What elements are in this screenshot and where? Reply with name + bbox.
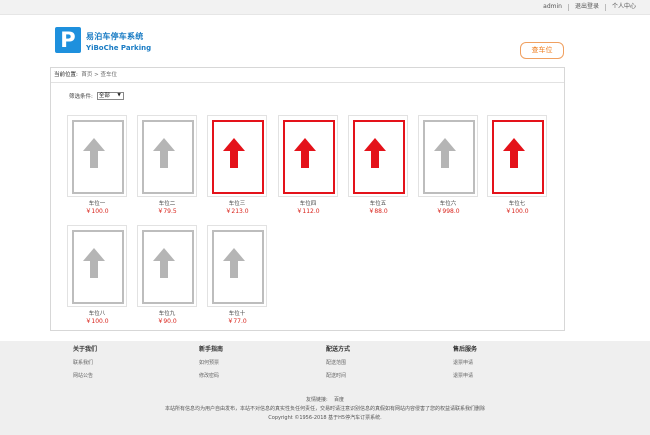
parking-spot-image[interactable] (278, 115, 338, 197)
spot-price: ￥79.5 (157, 208, 177, 215)
spot-name: 车位七 (508, 201, 526, 207)
breadcrumb-label: 当前位置: (54, 72, 78, 78)
parking-spot-image[interactable] (137, 115, 197, 197)
parking-spot-card[interactable]: 车位六 ￥998.0 (418, 115, 478, 216)
spot-name: 车位九 (158, 311, 176, 317)
parking-spot-card[interactable]: 车位一 ￥100.0 (67, 115, 127, 216)
spot-name: 车位三 (228, 201, 246, 207)
logo-subtitle: YiBoChe Parking (86, 44, 152, 52)
logo-title: 易泊车停车系统 (86, 32, 144, 41)
parking-spot-image[interactable] (418, 115, 478, 197)
arrow-up-icon (294, 138, 316, 168)
spot-name: 车位六 (439, 201, 457, 207)
parking-spot-card[interactable]: 车位十 ￥77.0 (207, 225, 267, 326)
arrow-up-icon (223, 138, 245, 168)
footer-column-title: 关于我们 (73, 346, 98, 353)
arrow-up-icon (83, 248, 105, 278)
footer-link[interactable]: 修改密码 (199, 373, 223, 380)
footer-link[interactable]: 如何预票 (199, 360, 223, 367)
logo-letter: P (60, 28, 76, 52)
parking-spot-card[interactable]: 车位七 ￥100.0 (487, 115, 547, 216)
spot-name: 车位八 (88, 311, 106, 317)
footer-column-title: 配送方式 (326, 346, 351, 353)
arrow-up-icon (364, 138, 386, 168)
top-links: admin 退出登录 个人中心 (537, 3, 642, 11)
profile-link[interactable]: 个人中心 (606, 3, 642, 11)
footer-column-title: 售后服务 (453, 346, 478, 353)
friend-link[interactable]: 百度 (334, 397, 344, 403)
footer-link[interactable]: 配送范围 (326, 360, 350, 367)
filter-select[interactable]: 全部 ▼ (96, 92, 124, 100)
spot-price: ￥100.0 (85, 208, 109, 215)
spot-price: ￥90.0 (157, 318, 177, 325)
parking-spot-image[interactable] (207, 225, 267, 307)
parking-spot-card[interactable]: 车位九 ￥90.0 (137, 225, 197, 326)
parking-spot-image[interactable] (348, 115, 408, 197)
arrow-up-icon (223, 248, 245, 278)
spot-name: 车位五 (369, 201, 387, 207)
parking-spot-card[interactable]: 车位二 ￥79.5 (137, 115, 197, 216)
arrow-up-icon (83, 138, 105, 168)
arrow-up-icon (434, 138, 456, 168)
top-bar: admin 退出登录 个人中心 (0, 0, 650, 15)
filter-selected: 全部 (98, 93, 110, 99)
footer-column: 配送方式配送范围配送时间 (326, 346, 350, 380)
parking-spot-image[interactable] (67, 115, 127, 197)
logout-link[interactable]: 退出登录 (569, 3, 605, 11)
spot-name: 车位四 (299, 201, 317, 207)
copyright: Copyright ©1956-2018 基于H5停汽车订票系统. (268, 415, 382, 421)
arrow-up-icon (503, 138, 525, 168)
footer-column-title: 新手指南 (199, 346, 224, 353)
parking-spot-image[interactable] (487, 115, 547, 197)
arrow-up-icon (153, 138, 175, 168)
parking-spot-card[interactable]: 车位五 ￥88.0 (348, 115, 408, 216)
parking-spot-image[interactable] (67, 225, 127, 307)
spot-price: ￥112.0 (296, 208, 320, 215)
spot-price: ￥998.0 (436, 208, 460, 215)
find-parking-button[interactable]: 查车位 (520, 42, 564, 59)
spot-price: ￥100.0 (85, 318, 109, 325)
logo-icon[interactable]: P (55, 27, 81, 53)
arrow-up-icon (153, 248, 175, 278)
breadcrumb: 当前位置: 首页 > 查车位 (51, 68, 564, 83)
chevron-down-icon: ▼ (117, 93, 121, 98)
footer-link[interactable]: 网站公告 (73, 373, 97, 380)
parking-spot-image[interactable] (207, 115, 267, 197)
filter-bar: 筛选条件: 全部 ▼ (69, 92, 124, 100)
footer: 关于我们联系我们网站公告 新手指南如何预票修改密码 配送方式配送范围配送时间 售后服务… (0, 341, 650, 435)
spot-price: ￥100.0 (505, 208, 529, 215)
parking-spot-card[interactable]: 车位四 ￥112.0 (278, 115, 338, 216)
footer-link[interactable]: 退票申请 (453, 373, 477, 380)
filter-label: 筛选条件: (69, 94, 93, 100)
footer-link[interactable]: 退票申请 (453, 360, 477, 367)
footer-column: 售后服务 退票申请 退票申请 (453, 346, 477, 380)
spot-name: 车位一 (88, 201, 106, 207)
spot-name: 车位二 (158, 201, 176, 207)
spot-name: 车位十 (228, 311, 246, 317)
friend-label: 友情链接: (305, 397, 328, 403)
friend-links: 友情链接: 百度 (0, 396, 650, 403)
disclaimer: 本站所有信息均为用户自由发布，本站不对信息的真实性负任何责任，交易时请注意识别信… (164, 406, 485, 412)
spot-price: ￥88.0 (368, 208, 388, 215)
footer-column: 关于我们联系我们网站公告 (73, 346, 97, 380)
parking-spot-card[interactable]: 车位三 ￥213.0 (207, 115, 267, 216)
breadcrumb-home[interactable]: 首页 (81, 72, 92, 78)
footer-link[interactable]: 配送时间 (326, 373, 350, 380)
parking-spot-image[interactable] (137, 225, 197, 307)
footer-link[interactable]: 联系我们 (73, 360, 97, 367)
parking-spot-card[interactable]: 车位八 ￥100.0 (67, 225, 127, 326)
spot-price: ￥213.0 (225, 208, 249, 215)
breadcrumb-sep: > (94, 72, 99, 78)
user-link[interactable]: admin (537, 3, 568, 11)
spot-price: ￥77.0 (227, 318, 247, 325)
main-panel: 当前位置: 首页 > 查车位 筛选条件: 全部 ▼ 车位一 ￥100.0 车位二 ￥7… (50, 67, 565, 331)
footer-column: 新手指南如何预票修改密码 (199, 346, 223, 380)
header: P 易泊车停车系统 YiBoChe Parking 查车位 (0, 15, 650, 61)
breadcrumb-current: 查车位 (100, 72, 117, 78)
